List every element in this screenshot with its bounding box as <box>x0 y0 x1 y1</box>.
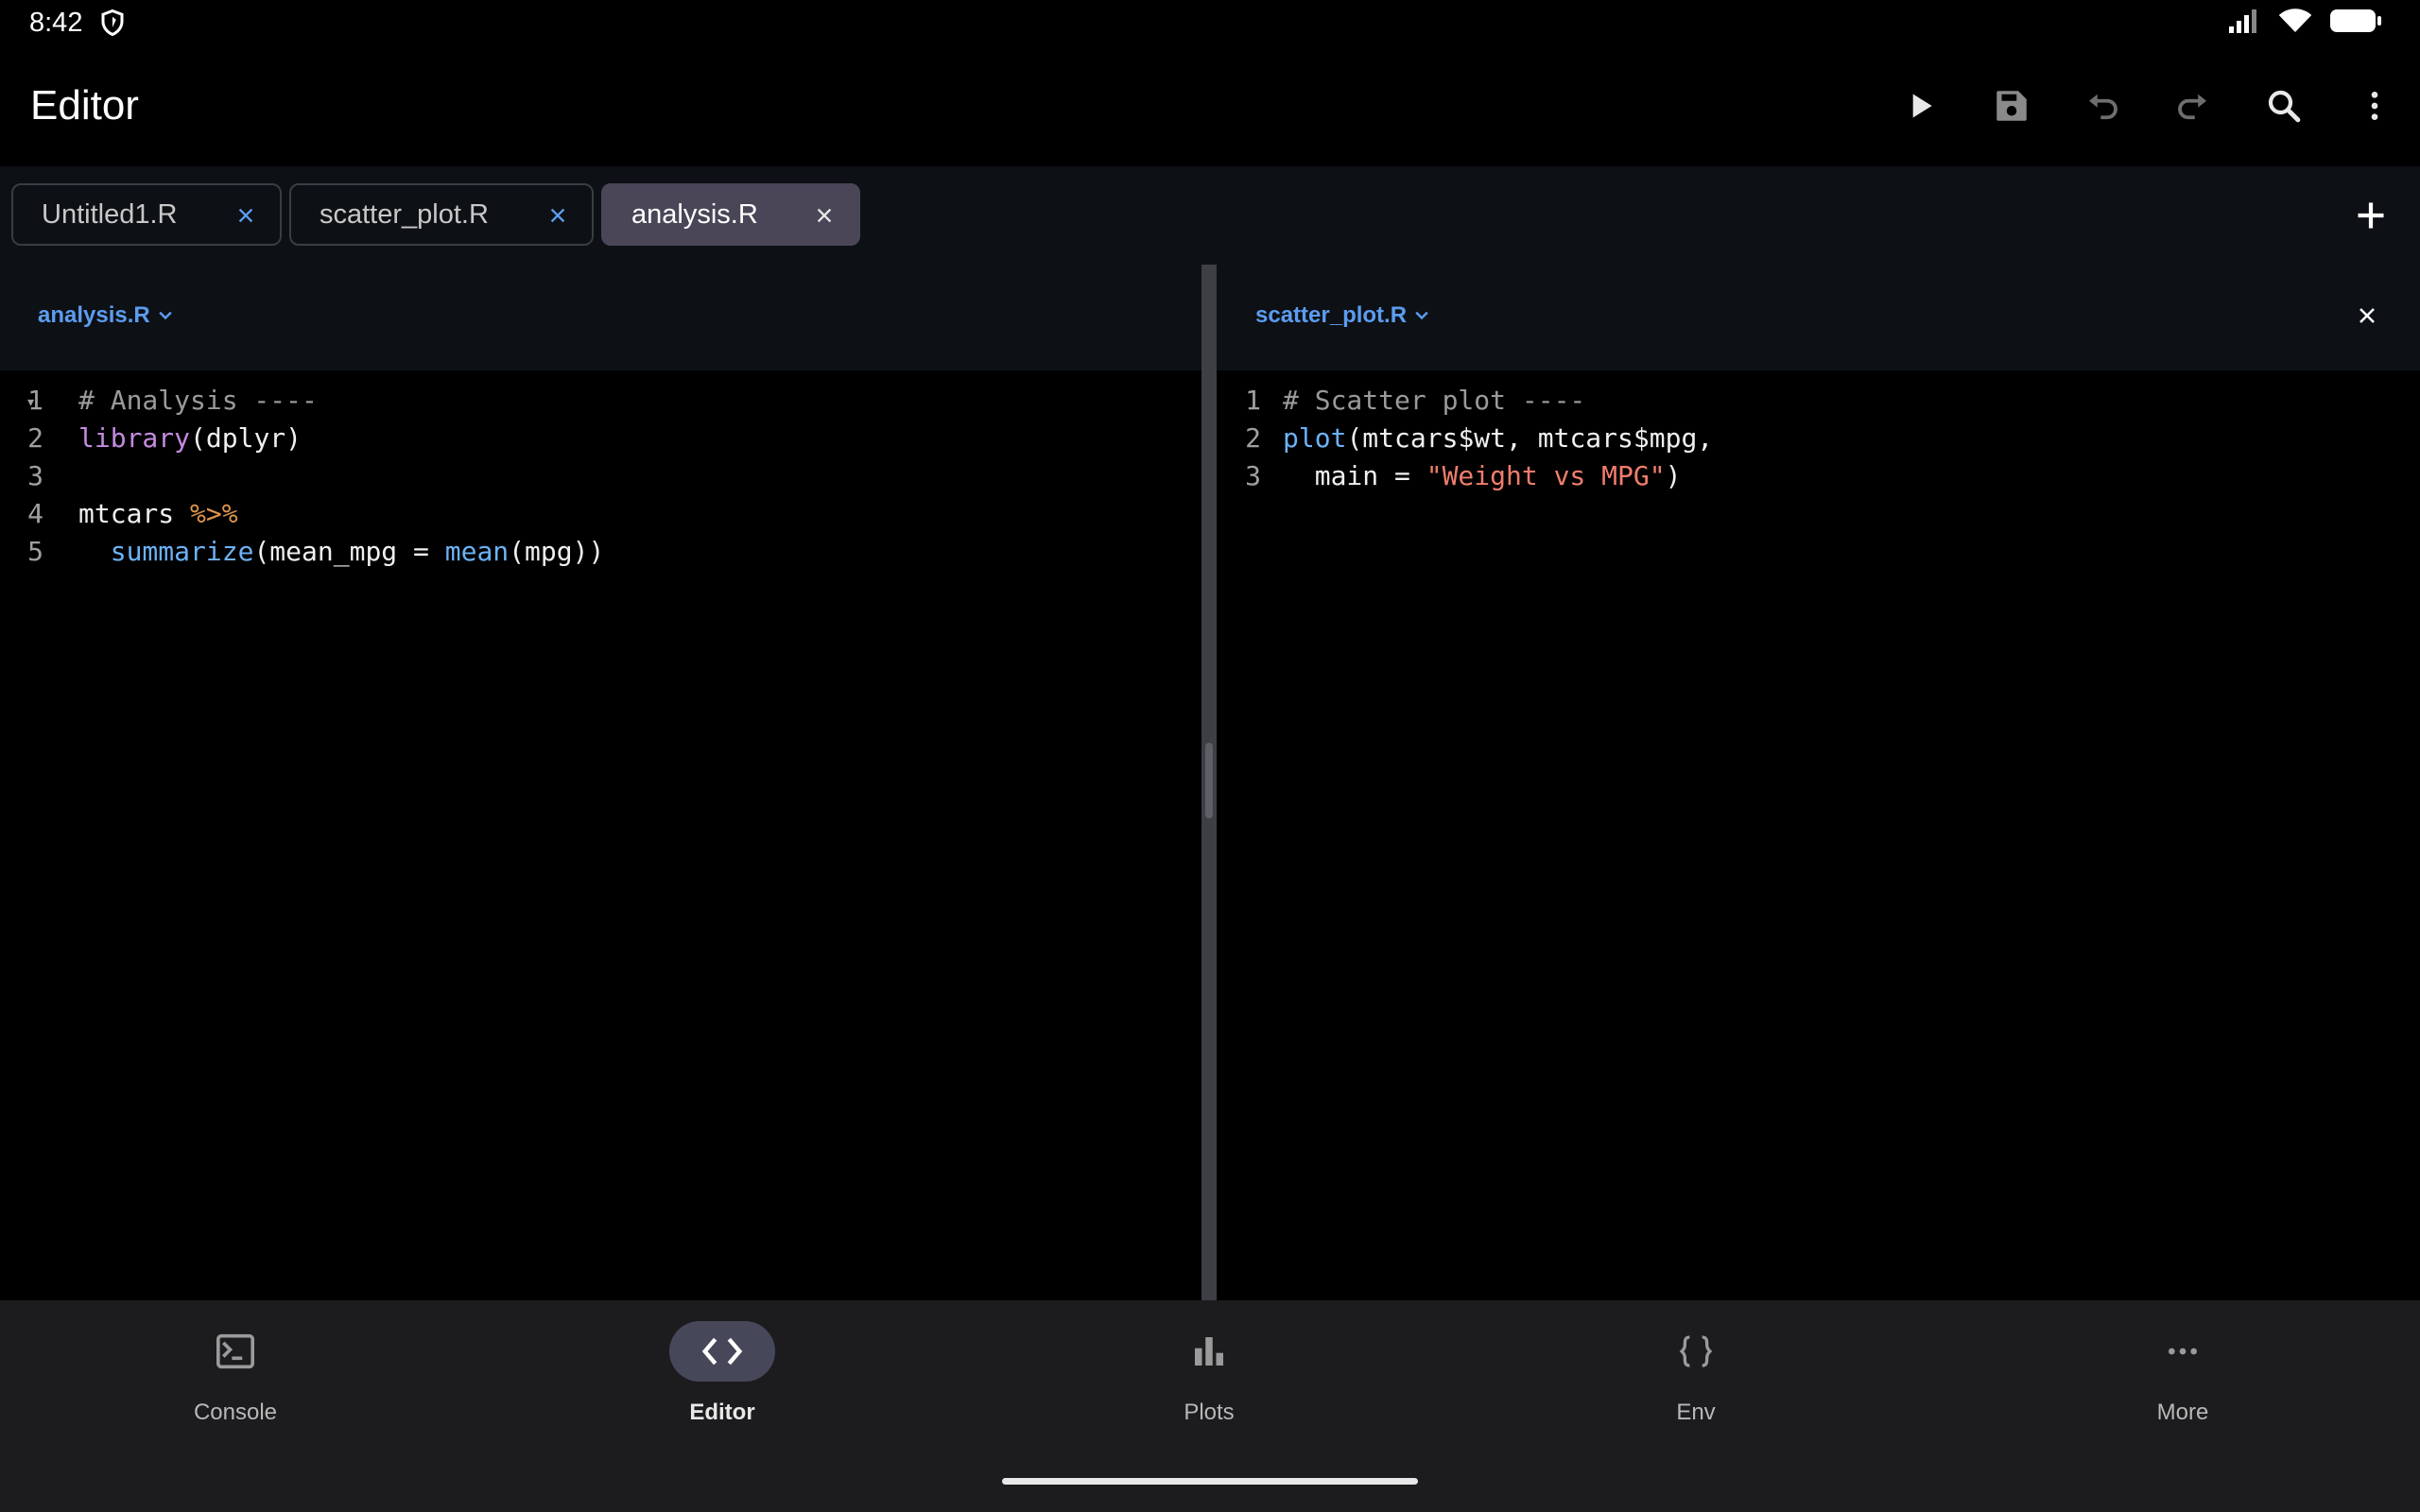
line-number: 5 <box>27 536 43 567</box>
search-button[interactable] <box>2238 76 2329 136</box>
code-token: (mean_mpg = <box>253 536 445 567</box>
tab-analysis[interactable]: analysis.R <box>601 183 860 246</box>
code-token: "Weight vs MPG" <box>1426 460 1666 491</box>
save-button[interactable] <box>1966 76 2057 136</box>
code-token: plot <box>1283 422 1347 454</box>
code-line[interactable]: library(dplyr) <box>78 420 302 457</box>
code-line[interactable]: summarize(mean_mpg = mean(mpg)) <box>78 533 605 571</box>
close-icon <box>238 208 253 223</box>
shield-icon <box>101 9 124 37</box>
signal-icon <box>2229 9 2256 33</box>
tab-close-button[interactable] <box>233 202 259 229</box>
code-token: # Scatter plot ---- <box>1283 385 1586 416</box>
close-icon <box>550 208 565 223</box>
chevron-down-icon <box>159 311 172 320</box>
more-vert-icon <box>2371 92 2378 120</box>
code-line[interactable]: # Scatter plot ---- <box>1283 382 1585 420</box>
line-number: 2 <box>27 422 43 454</box>
braces-icon <box>1679 1335 1713 1367</box>
wifi-icon <box>2278 9 2312 32</box>
code-line[interactable]: mtcars %>% <box>78 495 238 533</box>
left-file-dropdown[interactable]: analysis.R <box>38 301 175 331</box>
run-icon <box>1912 94 1932 118</box>
nav-label: More <box>2156 1400 2209 1425</box>
nav-more[interactable]: More <box>2088 1321 2277 1427</box>
nav-active-indicator <box>669 1321 775 1382</box>
right-code-editor[interactable]: 1 # Scatter plot ---- 2 plot(mtcars$wt, mtc… <box>1217 382 2420 1289</box>
nav-plots[interactable]: Plots <box>1115 1321 1304 1427</box>
code-icon <box>701 1337 743 1366</box>
line-number: 3 <box>1245 460 1261 491</box>
tab-scatter-plot[interactable]: scatter_plot.R <box>289 183 594 246</box>
code-token: (mpg)) <box>509 536 605 567</box>
page-title: Editor <box>30 82 139 129</box>
redo-button[interactable] <box>2148 76 2238 136</box>
line-number: 1 <box>27 385 43 416</box>
nav-env[interactable]: Env <box>1601 1321 1790 1427</box>
right-file-name: scatter_plot.R <box>1255 302 1408 328</box>
line-number: 2 <box>1245 422 1261 454</box>
splitter-handle[interactable] <box>1205 743 1213 818</box>
line-number: 1 <box>1245 385 1261 416</box>
add-tab-button[interactable] <box>2341 185 2401 246</box>
toolbar <box>1876 76 2420 136</box>
tab-untitled1[interactable]: Untitled1.R <box>11 183 282 246</box>
code-token: main = <box>1283 460 1426 491</box>
tab-close-button[interactable] <box>544 202 571 229</box>
code-token: ) <box>1665 460 1682 491</box>
run-button[interactable] <box>1876 76 1966 136</box>
right-file-dropdown[interactable]: scatter_plot.R <box>1255 301 1431 331</box>
code-token: # Analysis ---- <box>78 385 318 416</box>
nav-label: Env <box>1676 1400 1716 1425</box>
left-pane-header: analysis.R <box>0 265 1201 370</box>
redo-icon <box>2178 94 2206 120</box>
code-line[interactable]: # Analysis ---- <box>78 382 318 420</box>
save-icon <box>1996 91 2027 121</box>
nav-label: Console <box>193 1400 278 1425</box>
line-number: 3 <box>27 460 43 491</box>
status-time: 8:42 <box>29 8 83 38</box>
more-horiz-icon <box>2169 1348 2197 1355</box>
home-indicator[interactable] <box>1002 1478 1418 1485</box>
right-pane-header: scatter_plot.R <box>1217 265 2420 370</box>
code-token: %>% <box>190 498 238 529</box>
code-line[interactable]: plot(mtcars$wt, mtcars$mpg, <box>1283 420 1713 457</box>
bar-chart-icon <box>1195 1337 1223 1366</box>
close-icon <box>817 208 832 223</box>
code-token: library <box>78 422 191 454</box>
code-token: summarize <box>110 536 254 567</box>
code-token: mtcars <box>78 498 191 529</box>
nav-label: Plots <box>1184 1400 1235 1425</box>
tab-close-button[interactable] <box>811 202 838 229</box>
close-split-button[interactable] <box>2348 297 2386 335</box>
code-token: (dplyr) <box>190 422 302 454</box>
status-indicators <box>2227 8 2382 34</box>
tab-label: scatter_plot.R <box>320 198 489 230</box>
code-token: (mtcars$wt, mtcars$mpg, <box>1346 422 1714 454</box>
plus-icon <box>2358 202 2384 229</box>
tab-label: Untitled1.R <box>42 198 178 230</box>
nav-editor[interactable]: Editor <box>628 1321 817 1427</box>
undo-button[interactable] <box>2057 76 2148 136</box>
line-number: 4 <box>27 498 43 529</box>
search-icon <box>2268 90 2301 123</box>
nav-label: Editor <box>689 1400 755 1425</box>
file-tab-strip: Untitled1.R scatter_plot.R analysis.R <box>0 166 2420 265</box>
undo-icon <box>2089 94 2118 120</box>
nav-console[interactable]: Console <box>141 1321 330 1427</box>
tab-label: analysis.R <box>631 198 758 230</box>
code-token: mean <box>444 536 510 567</box>
code-line[interactable]: main = "Weight vs MPG") <box>1283 457 1682 495</box>
overflow-menu-button[interactable] <box>2329 76 2420 136</box>
close-icon <box>2360 308 2375 323</box>
left-file-name: analysis.R <box>38 302 150 328</box>
console-icon <box>216 1333 254 1369</box>
chevron-down-icon <box>1415 311 1428 320</box>
battery-icon <box>2330 9 2381 32</box>
left-code-editor[interactable]: ▾ 1 # Analysis ---- 2 library(dplyr) 3 4 mtcars… <box>0 382 1201 1289</box>
